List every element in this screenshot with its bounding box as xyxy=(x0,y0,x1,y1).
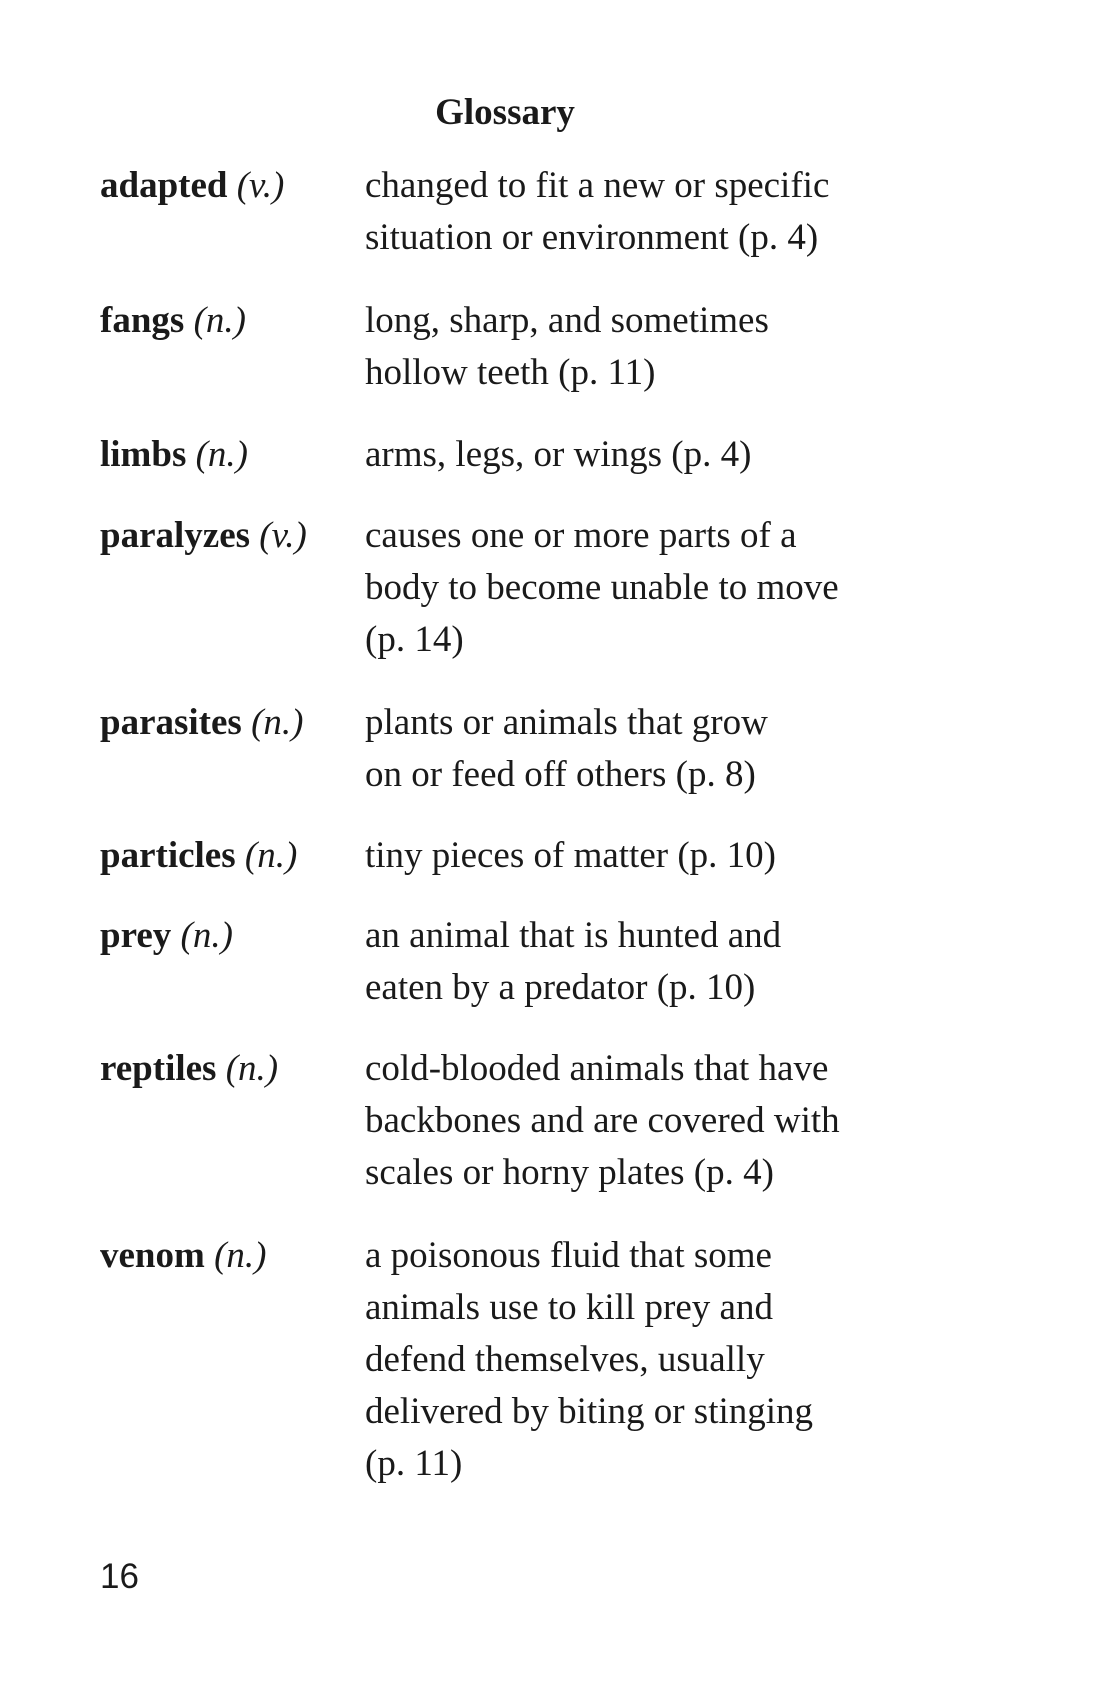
definition-line: scales or horny plates (p. 4) xyxy=(365,1152,774,1193)
glossary-term: particles (n.) xyxy=(100,830,297,882)
definition-line: long, sharp, and sometimes xyxy=(365,300,769,341)
glossary-term: limbs (n.) xyxy=(100,429,248,481)
term-word: adapted xyxy=(100,165,228,206)
glossary-definition: arms, legs, or wings (p. 4) xyxy=(365,429,1005,481)
part-of-speech: (v.) xyxy=(259,515,307,556)
term-word: limbs xyxy=(100,434,187,475)
definition-line: animals use to kill prey and xyxy=(365,1287,773,1328)
glossary-term: venom (n.) xyxy=(100,1230,266,1282)
definition-line: causes one or more parts of a xyxy=(365,515,797,556)
definition-line: eaten by a predator (p. 10) xyxy=(365,967,756,1008)
definition-line: a poisonous fluid that some xyxy=(365,1235,772,1276)
part-of-speech: (n.) xyxy=(225,1048,279,1089)
definition-line: (p. 11) xyxy=(365,1443,463,1484)
term-word: paralyzes xyxy=(100,515,251,556)
part-of-speech: (n.) xyxy=(214,1235,267,1276)
definition-line: tiny pieces of matter (p. 10) xyxy=(365,835,776,876)
page-number: 16 xyxy=(100,1557,139,1596)
definition-line: an animal that is hunted and xyxy=(365,915,782,956)
glossary-term: parasites (n.) xyxy=(100,697,303,749)
definition-line: delivered by biting or stinging xyxy=(365,1391,814,1432)
term-word: prey xyxy=(100,915,172,956)
definition-line: body to become unable to move xyxy=(365,567,839,608)
part-of-speech: (n.) xyxy=(180,915,233,956)
definition-line: backbones and are covered with xyxy=(365,1100,840,1141)
glossary-term: fangs (n.) xyxy=(100,295,246,347)
glossary-term: adapted (v.) xyxy=(100,160,284,212)
page-title: Glossary xyxy=(435,92,575,133)
term-word: venom xyxy=(100,1235,205,1276)
term-word: fangs xyxy=(100,300,185,341)
definition-line: changed to fit a new or specific xyxy=(365,165,830,206)
glossary-definition: causes one or more parts of a body to be… xyxy=(365,510,1005,666)
definition-line: (p. 14) xyxy=(365,619,464,660)
definition-line: defend themselves, usually xyxy=(365,1339,765,1380)
part-of-speech: (n.) xyxy=(251,702,304,743)
glossary-definition: cold-blooded animals that have backbones… xyxy=(365,1043,1005,1199)
term-word: particles xyxy=(100,835,236,876)
part-of-speech: (n.) xyxy=(244,835,298,876)
term-word: parasites xyxy=(100,702,242,743)
part-of-speech: (v.) xyxy=(236,165,285,206)
part-of-speech: (n.) xyxy=(193,300,246,341)
glossary-definition: plants or animals that grow on or feed o… xyxy=(365,697,1005,801)
glossary-definition: a poisonous fluid that some animals use … xyxy=(365,1230,1005,1490)
definition-line: cold-blooded animals that have xyxy=(365,1048,829,1089)
glossary-term: paralyzes (v.) xyxy=(100,510,307,562)
definition-line: hollow teeth (p. 11) xyxy=(365,352,656,393)
glossary-definition: long, sharp, and sometimes hollow teeth … xyxy=(365,295,1005,399)
definition-line: situation or environment (p. 4) xyxy=(365,217,819,258)
part-of-speech: (n.) xyxy=(195,434,249,475)
term-word: reptiles xyxy=(100,1048,217,1089)
definition-line: plants or animals that grow xyxy=(365,702,768,743)
glossary-term: prey (n.) xyxy=(100,910,233,962)
definition-line: arms, legs, or wings (p. 4) xyxy=(365,434,752,475)
glossary-definition: changed to fit a new or specific situati… xyxy=(365,160,1005,264)
glossary-definition: an animal that is hunted and eaten by a … xyxy=(365,910,1005,1014)
glossary-term: reptiles (n.) xyxy=(100,1043,278,1095)
definition-line: on or feed off others (p. 8) xyxy=(365,754,756,795)
glossary-definition: tiny pieces of matter (p. 10) xyxy=(365,830,1005,882)
